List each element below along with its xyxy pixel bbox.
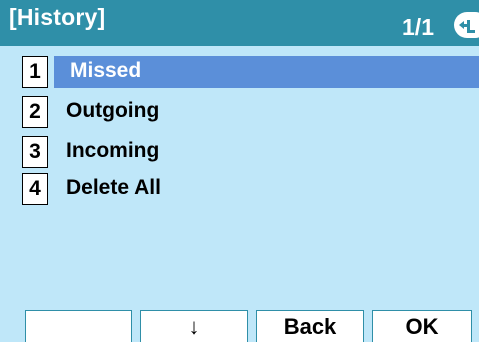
item-label: Incoming <box>66 139 160 162</box>
menu-item-delete-all[interactable]: 4 Delete All <box>0 173 479 207</box>
item-number: 2 <box>22 96 48 128</box>
item-label: Outgoing <box>66 99 160 122</box>
screen-title: [History] <box>9 4 106 30</box>
menu-item-outgoing[interactable]: 2 Outgoing <box>0 96 479 130</box>
page-indicator: 1/1 <box>402 14 434 40</box>
item-number: 3 <box>22 136 48 168</box>
softkey-1[interactable] <box>25 310 132 342</box>
menu-item-missed[interactable]: 1 Missed <box>0 56 479 90</box>
softkey-bar: ↓ Back OK <box>0 310 479 342</box>
phone-screen: [History] 1/1 1 Missed 2 Outgoing 3 Inco… <box>0 0 479 342</box>
menu-item-incoming[interactable]: 3 Incoming <box>0 136 479 170</box>
item-number: 1 <box>22 56 48 88</box>
softkey-ok-button[interactable]: OK <box>372 310 472 342</box>
item-number: 4 <box>22 173 48 205</box>
softkey-back-button[interactable]: Back <box>256 310 364 342</box>
item-label: Delete All <box>66 176 161 199</box>
scroll-arrow-icon[interactable] <box>454 12 479 38</box>
item-label: Missed <box>70 59 142 82</box>
header-bar: [History] 1/1 <box>0 0 479 46</box>
softkey-down-button[interactable]: ↓ <box>140 310 248 342</box>
